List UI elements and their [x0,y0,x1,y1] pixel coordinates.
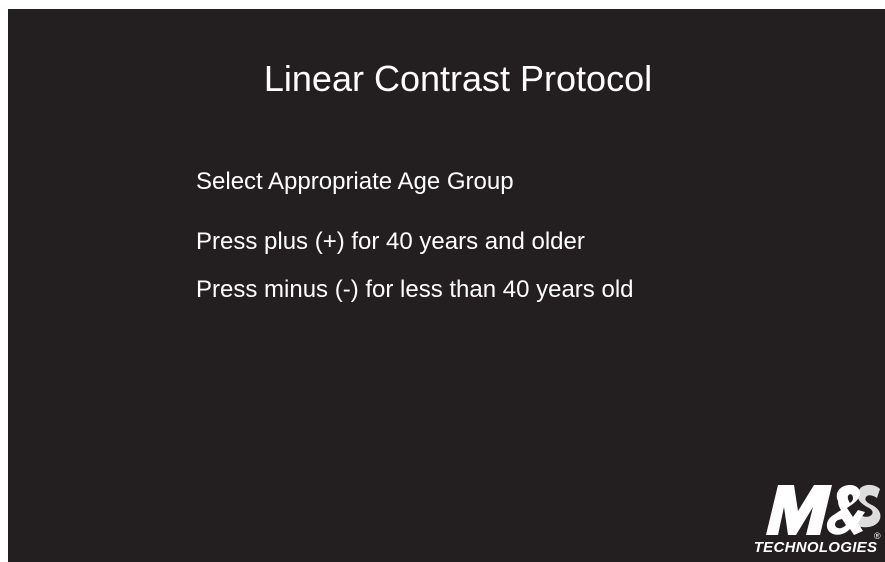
ms-technologies-logo: TECHNOLOGIES ® [746,479,885,562]
option-plus-40-and-older: Press plus (+) for 40 years and older [196,228,585,255]
option-minus-under-40: Press minus (-) for less than 40 years o… [196,276,634,303]
ms-logo-mark [766,484,881,535]
logo-subtitle: TECHNOLOGIES [753,539,878,556]
age-group-prompt: Select Appropriate Age Group [196,168,514,195]
page-title: Linear Contrast Protocol [263,58,653,99]
registered-mark: ® [874,531,881,541]
protocol-screen: Linear Contrast Protocol Select Appropri… [8,9,885,562]
